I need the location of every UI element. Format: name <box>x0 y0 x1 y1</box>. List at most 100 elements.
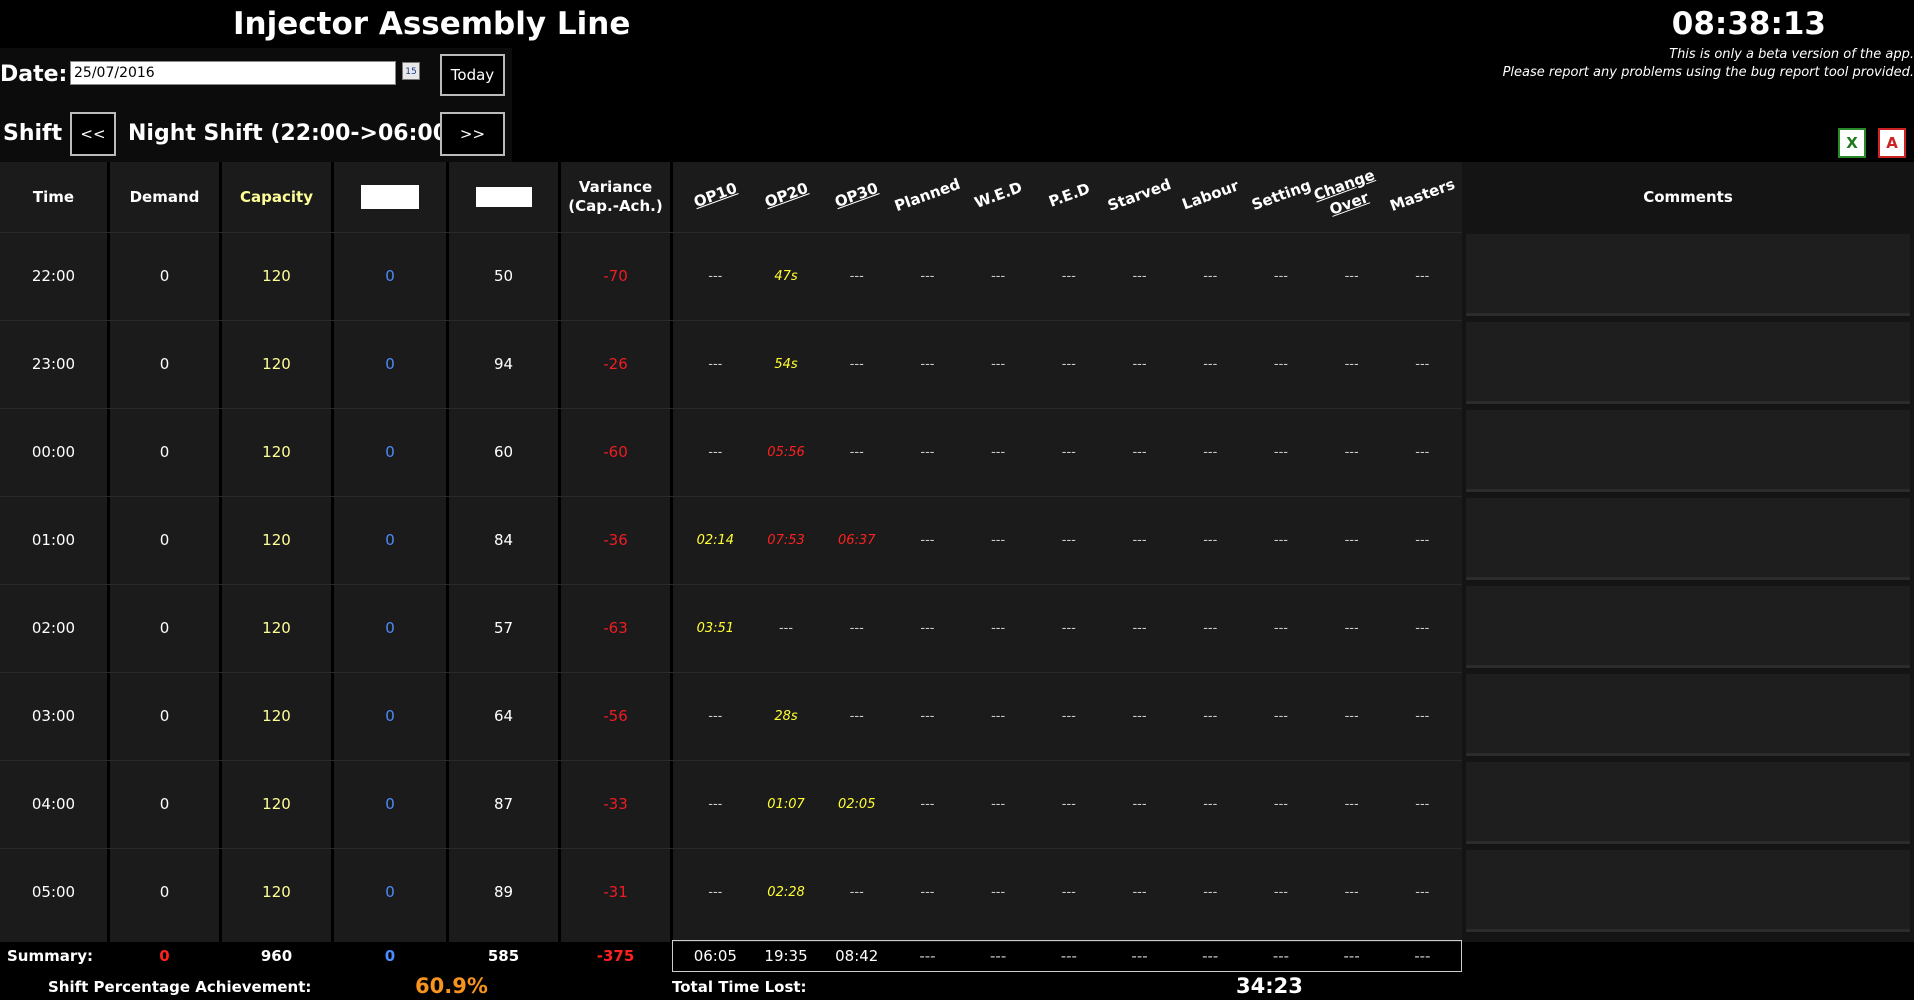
cell-downtime-labour: --- <box>1203 532 1218 548</box>
cell-downtime-labour: --- <box>1203 268 1218 284</box>
cell-downtime-starved: --- <box>1132 620 1147 636</box>
cell-capacity: 120 <box>262 355 291 373</box>
cell-downtime-change-over: --- <box>1344 356 1359 372</box>
cell-downtime-labour: --- <box>1203 708 1218 724</box>
cell-downtime-w-e-d: --- <box>991 708 1006 724</box>
comment-box[interactable] <box>1466 674 1910 756</box>
cell-downtime-w-e-d: --- <box>991 884 1006 900</box>
cell-downtime-op20: 02:28 <box>767 884 805 900</box>
beta-notice-line2: Please report any problems using the bug… <box>1502 65 1914 80</box>
summary-downtime-labour: --- <box>1202 947 1219 965</box>
comment-box[interactable] <box>1466 850 1910 932</box>
cell-downtime-change-over: --- <box>1344 884 1359 900</box>
comment-box[interactable] <box>1466 586 1910 668</box>
comment-box[interactable] <box>1466 234 1910 316</box>
cell-col4: 0 <box>385 355 395 373</box>
cell-demand: 0 <box>159 267 170 285</box>
comments-panel: Comments <box>1462 162 1914 942</box>
cell-demand: 0 <box>159 443 170 461</box>
cell-downtime-labour: --- <box>1203 796 1218 812</box>
summary-demand: 0 <box>159 947 170 965</box>
cell-downtime-op30: --- <box>849 708 864 724</box>
shift-name: Night Shift (22:00->06:00) <box>128 121 459 146</box>
cell-downtime-starved: --- <box>1132 268 1147 284</box>
beta-notice-line1: This is only a beta version of the app. <box>1669 47 1914 62</box>
comment-box[interactable] <box>1466 410 1910 492</box>
clock: 08:38:13 <box>1671 6 1826 42</box>
cell-variance: -33 <box>603 795 628 813</box>
cell-downtime-starved: --- <box>1132 884 1147 900</box>
cell-downtime-op20: 05:56 <box>767 444 805 460</box>
summary-downtime-w-e-d: --- <box>990 947 1007 965</box>
calendar-icon[interactable]: 15 <box>402 62 420 80</box>
cell-downtime-planned: --- <box>920 356 935 372</box>
cell-downtime-setting: --- <box>1273 444 1288 460</box>
cell-downtime-planned: --- <box>920 796 935 812</box>
cell-downtime-setting: --- <box>1273 708 1288 724</box>
cell-capacity: 120 <box>262 795 291 813</box>
cell-variance: -63 <box>603 619 628 637</box>
cell-downtime-op30: --- <box>849 268 864 284</box>
cell-downtime-op10: 03:51 <box>696 620 735 636</box>
cell-downtime-setting: --- <box>1273 268 1288 284</box>
comment-box[interactable] <box>1466 498 1910 580</box>
cell-downtime-labour: --- <box>1203 444 1218 460</box>
cell-demand: 0 <box>159 531 170 549</box>
cell-downtime-planned: --- <box>920 268 935 284</box>
cell-downtime-change-over: --- <box>1344 532 1359 548</box>
cell-downtime-masters: --- <box>1415 444 1430 460</box>
comment-box[interactable] <box>1466 762 1910 844</box>
column-divider <box>670 162 673 942</box>
summary-downtime-starved: --- <box>1131 947 1148 965</box>
cell-demand: 0 <box>159 619 170 637</box>
cell-time: 00:00 <box>31 443 76 461</box>
cell-downtime-op30: --- <box>849 356 864 372</box>
cell-downtime-op10: --- <box>708 796 723 812</box>
cell-col4: 0 <box>385 883 395 901</box>
cell-downtime-starved: --- <box>1132 708 1147 724</box>
cell-downtime-p-e-d: --- <box>1061 268 1076 284</box>
cell-downtime-p-e-d: --- <box>1061 356 1076 372</box>
header-col4 <box>334 162 446 232</box>
comment-box[interactable] <box>1466 322 1910 404</box>
next-shift-button[interactable]: >> <box>440 112 505 156</box>
cell-time: 05:00 <box>31 883 76 901</box>
shift-label: Shift <box>3 121 63 146</box>
header-demand: Demand <box>129 188 200 206</box>
cell-time: 03:00 <box>31 707 76 725</box>
today-button[interactable]: Today <box>440 54 505 96</box>
cell-demand: 0 <box>159 883 170 901</box>
cell-downtime-masters: --- <box>1415 708 1430 724</box>
cell-capacity: 120 <box>262 619 291 637</box>
cell-downtime-w-e-d: --- <box>991 796 1006 812</box>
cell-downtime-planned: --- <box>920 708 935 724</box>
cell-col5: 60 <box>493 443 514 461</box>
cell-downtime-starved: --- <box>1132 532 1147 548</box>
total-time-lost-label: Total Time Lost: <box>672 978 807 996</box>
date-label: Date: <box>0 62 68 87</box>
date-input[interactable] <box>70 61 396 85</box>
excel-export-icon[interactable]: X <box>1838 128 1866 158</box>
cell-downtime-p-e-d: --- <box>1061 796 1076 812</box>
cell-downtime-setting: --- <box>1273 356 1288 372</box>
summary-downtime-setting: --- <box>1272 947 1290 965</box>
cell-capacity: 120 <box>262 883 291 901</box>
cell-downtime-op20: 01:07 <box>767 796 805 812</box>
cell-variance: -56 <box>603 707 628 725</box>
cell-downtime-change-over: --- <box>1344 444 1359 460</box>
cell-downtime-setting: --- <box>1273 884 1288 900</box>
cell-downtime-starved: --- <box>1132 444 1147 460</box>
shift-percentage-value: 60.9% <box>415 974 488 998</box>
cell-downtime-labour: --- <box>1203 884 1218 900</box>
total-time-lost-value: 34:23 <box>1236 974 1303 998</box>
cell-downtime-setting: --- <box>1273 532 1288 548</box>
shift-percentage-label: Shift Percentage Achievement: <box>48 978 312 996</box>
page-title: Injector Assembly Line <box>233 6 631 42</box>
cell-col5: 94 <box>493 355 514 373</box>
header-variance-line2: (Cap.-Ach.) <box>568 197 663 215</box>
cell-col4: 0 <box>385 619 395 637</box>
summary-col5: 585 <box>487 947 520 965</box>
pdf-export-icon[interactable]: A <box>1878 128 1906 158</box>
cell-downtime-masters: --- <box>1415 884 1430 900</box>
previous-shift-button[interactable]: << <box>70 112 116 156</box>
